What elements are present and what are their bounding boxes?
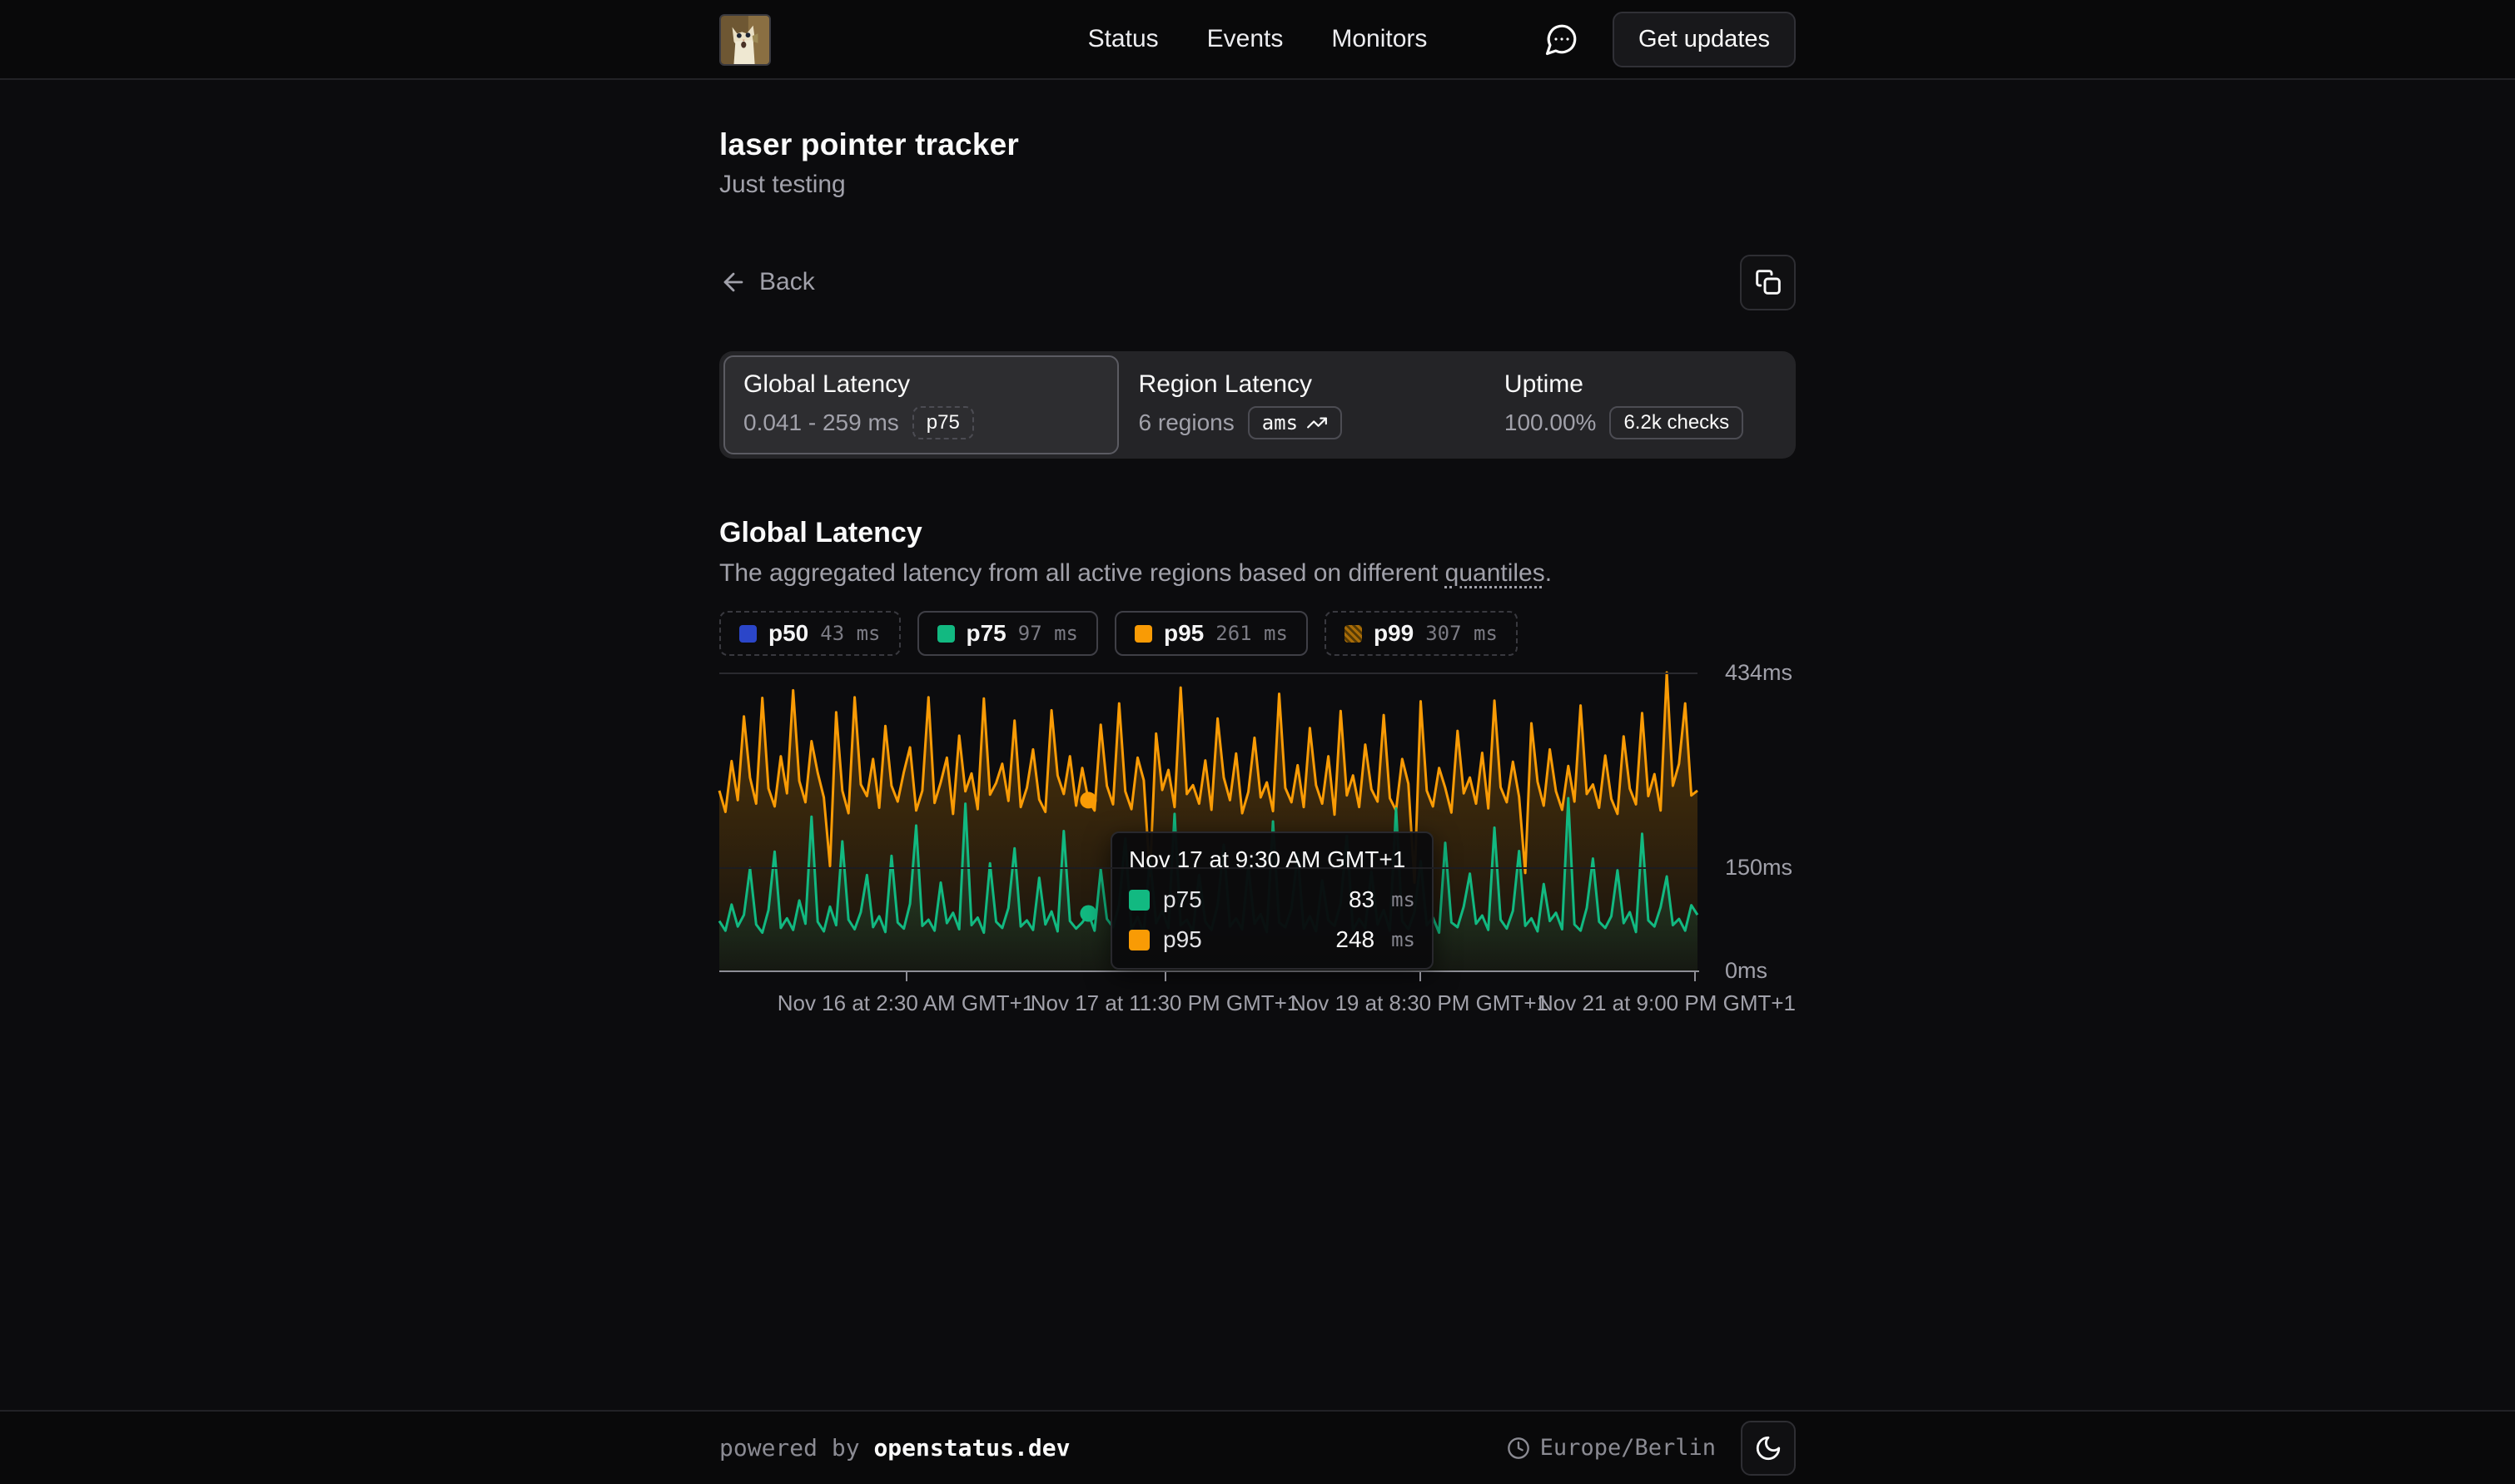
p99-swatch	[1344, 625, 1362, 643]
nav-link-events[interactable]: Events	[1207, 25, 1284, 53]
y-tick-label: 0ms	[1725, 957, 1767, 984]
legend-toggle-p95[interactable]: p95 261 ms	[1115, 611, 1308, 656]
x-axis-tick	[1694, 972, 1696, 981]
legend-toggle-p50[interactable]: p50 43 ms	[719, 611, 901, 656]
powered-by: powered by openstatus.dev	[719, 1434, 1070, 1462]
tooltip-unit: ms	[1391, 888, 1415, 911]
tooltip-series-label: p95	[1163, 926, 1202, 953]
chart-tooltip: Nov 17 at 9:30 AM GMT+1 p75 83 ms p95 24…	[1111, 831, 1434, 970]
timezone-label: Europe/Berlin	[1540, 1435, 1716, 1461]
gridline	[719, 867, 1697, 869]
tooltip-series-label: p75	[1163, 886, 1202, 913]
tooltip-row-p95: p95 248 ms	[1129, 926, 1415, 953]
p95-swatch	[1135, 625, 1152, 643]
gridline	[719, 673, 1697, 674]
quantiles-link[interactable]: quantiles	[1445, 559, 1545, 587]
checks-badge: 6.2k checks	[1609, 406, 1743, 439]
x-tick-label: Nov 21 at 9:00 PM GMT+1	[1538, 990, 1796, 1016]
nav-link-monitors[interactable]: Monitors	[1331, 25, 1427, 53]
x-axis-tick	[906, 972, 907, 981]
main-content: laser pointer tracker Just testing Back …	[0, 80, 2515, 1410]
feedback-chat-button[interactable]	[1539, 17, 1584, 62]
nav-links: Status Events Monitors	[1088, 25, 1428, 53]
x-tick-label: Nov 19 at 8:30 PM GMT+1	[1290, 990, 1548, 1016]
tab-title: Global Latency	[743, 370, 1099, 399]
description-period: .	[1545, 559, 1552, 587]
legend-value: 307 ms	[1425, 622, 1498, 645]
x-tick-label: Nov 16 at 2:30 AM GMT+1	[778, 990, 1035, 1016]
p95-swatch	[1129, 930, 1150, 950]
metric-tabs: Global Latency 0.041 - 259 ms p75 Region…	[719, 351, 1796, 459]
arrow-left-icon	[719, 268, 748, 296]
back-label: Back	[759, 268, 815, 296]
tab-value: 0.041 - 259 ms	[743, 409, 899, 436]
nav-link-status[interactable]: Status	[1088, 25, 1159, 53]
get-updates-button[interactable]: Get updates	[1613, 12, 1796, 67]
x-axis-tick	[1165, 972, 1166, 981]
copy-link-button[interactable]	[1740, 255, 1796, 310]
tab-uptime[interactable]: Uptime 100.00% 6.2k checks	[1484, 355, 1792, 454]
region-badge: ams	[1248, 406, 1342, 439]
y-tick-label: 150ms	[1725, 854, 1792, 881]
tooltip-timestamp: Nov 17 at 9:30 AM GMT+1	[1129, 846, 1415, 873]
x-axis-tick	[1419, 972, 1421, 981]
site-logo[interactable]	[719, 14, 771, 66]
legend-label: p75	[967, 620, 1006, 647]
section-title: Global Latency	[719, 517, 1796, 549]
tab-value: 100.00%	[1504, 409, 1597, 436]
legend-toggle-p99[interactable]: p99 307 ms	[1325, 611, 1518, 656]
legend-value: 43 ms	[820, 622, 880, 645]
tab-title: Region Latency	[1139, 370, 1464, 399]
tooltip-unit: ms	[1391, 928, 1415, 951]
tooltip-value: 83	[1349, 886, 1374, 913]
moon-icon	[1754, 1434, 1782, 1462]
tab-value: 6 regions	[1139, 409, 1235, 436]
chart-legend: p50 43 ms p75 97 ms p95 261 ms p99 307 m…	[719, 611, 1796, 656]
latency-chart[interactable]: 434ms 150ms 0ms Nov 16 at 2:30 AM GMT+1 …	[719, 673, 1796, 1022]
description-text: The aggregated latency from all active r…	[719, 559, 1445, 587]
legend-value: 261 ms	[1215, 622, 1288, 645]
legend-toggle-p75[interactable]: p75 97 ms	[917, 611, 1099, 656]
tab-title: Uptime	[1504, 370, 1772, 399]
y-tick-label: 434ms	[1725, 659, 1792, 686]
clock-icon	[1507, 1437, 1530, 1460]
message-bubble-icon	[1544, 22, 1579, 57]
trending-up-icon	[1306, 412, 1328, 434]
x-axis-line	[719, 970, 1699, 972]
page-title: laser pointer tracker	[719, 127, 1796, 162]
tooltip-row-p75: p75 83 ms	[1129, 886, 1415, 913]
legend-value: 97 ms	[1018, 622, 1078, 645]
tooltip-value: 248	[1335, 926, 1374, 953]
p50-swatch	[739, 625, 757, 643]
page-subtitle: Just testing	[719, 171, 1796, 199]
quantile-badge: p75	[912, 406, 974, 439]
cat-logo-image	[721, 16, 769, 64]
x-tick-label: Nov 17 at 11:30 PM GMT+1	[1031, 990, 1300, 1016]
tab-region-latency[interactable]: Region Latency 6 regions ams	[1119, 355, 1484, 454]
tab-global-latency[interactable]: Global Latency 0.041 - 259 ms p75	[723, 355, 1119, 454]
section-description: The aggregated latency from all active r…	[719, 559, 1796, 588]
legend-label: p50	[768, 620, 808, 647]
top-nav: Status Events Monitors Get updates	[0, 0, 2515, 80]
legend-label: p95	[1164, 620, 1204, 647]
timezone: Europe/Berlin	[1507, 1435, 1716, 1461]
p75-swatch	[1129, 890, 1150, 911]
openstatus-link[interactable]: openstatus.dev	[873, 1434, 1070, 1462]
theme-toggle-button[interactable]	[1741, 1421, 1796, 1476]
back-link[interactable]: Back	[719, 268, 815, 296]
p75-swatch	[937, 625, 955, 643]
page-footer: powered by openstatus.dev Europe/Berlin	[0, 1410, 2515, 1484]
legend-label: p99	[1374, 620, 1414, 647]
copy-icon	[1755, 269, 1782, 295]
